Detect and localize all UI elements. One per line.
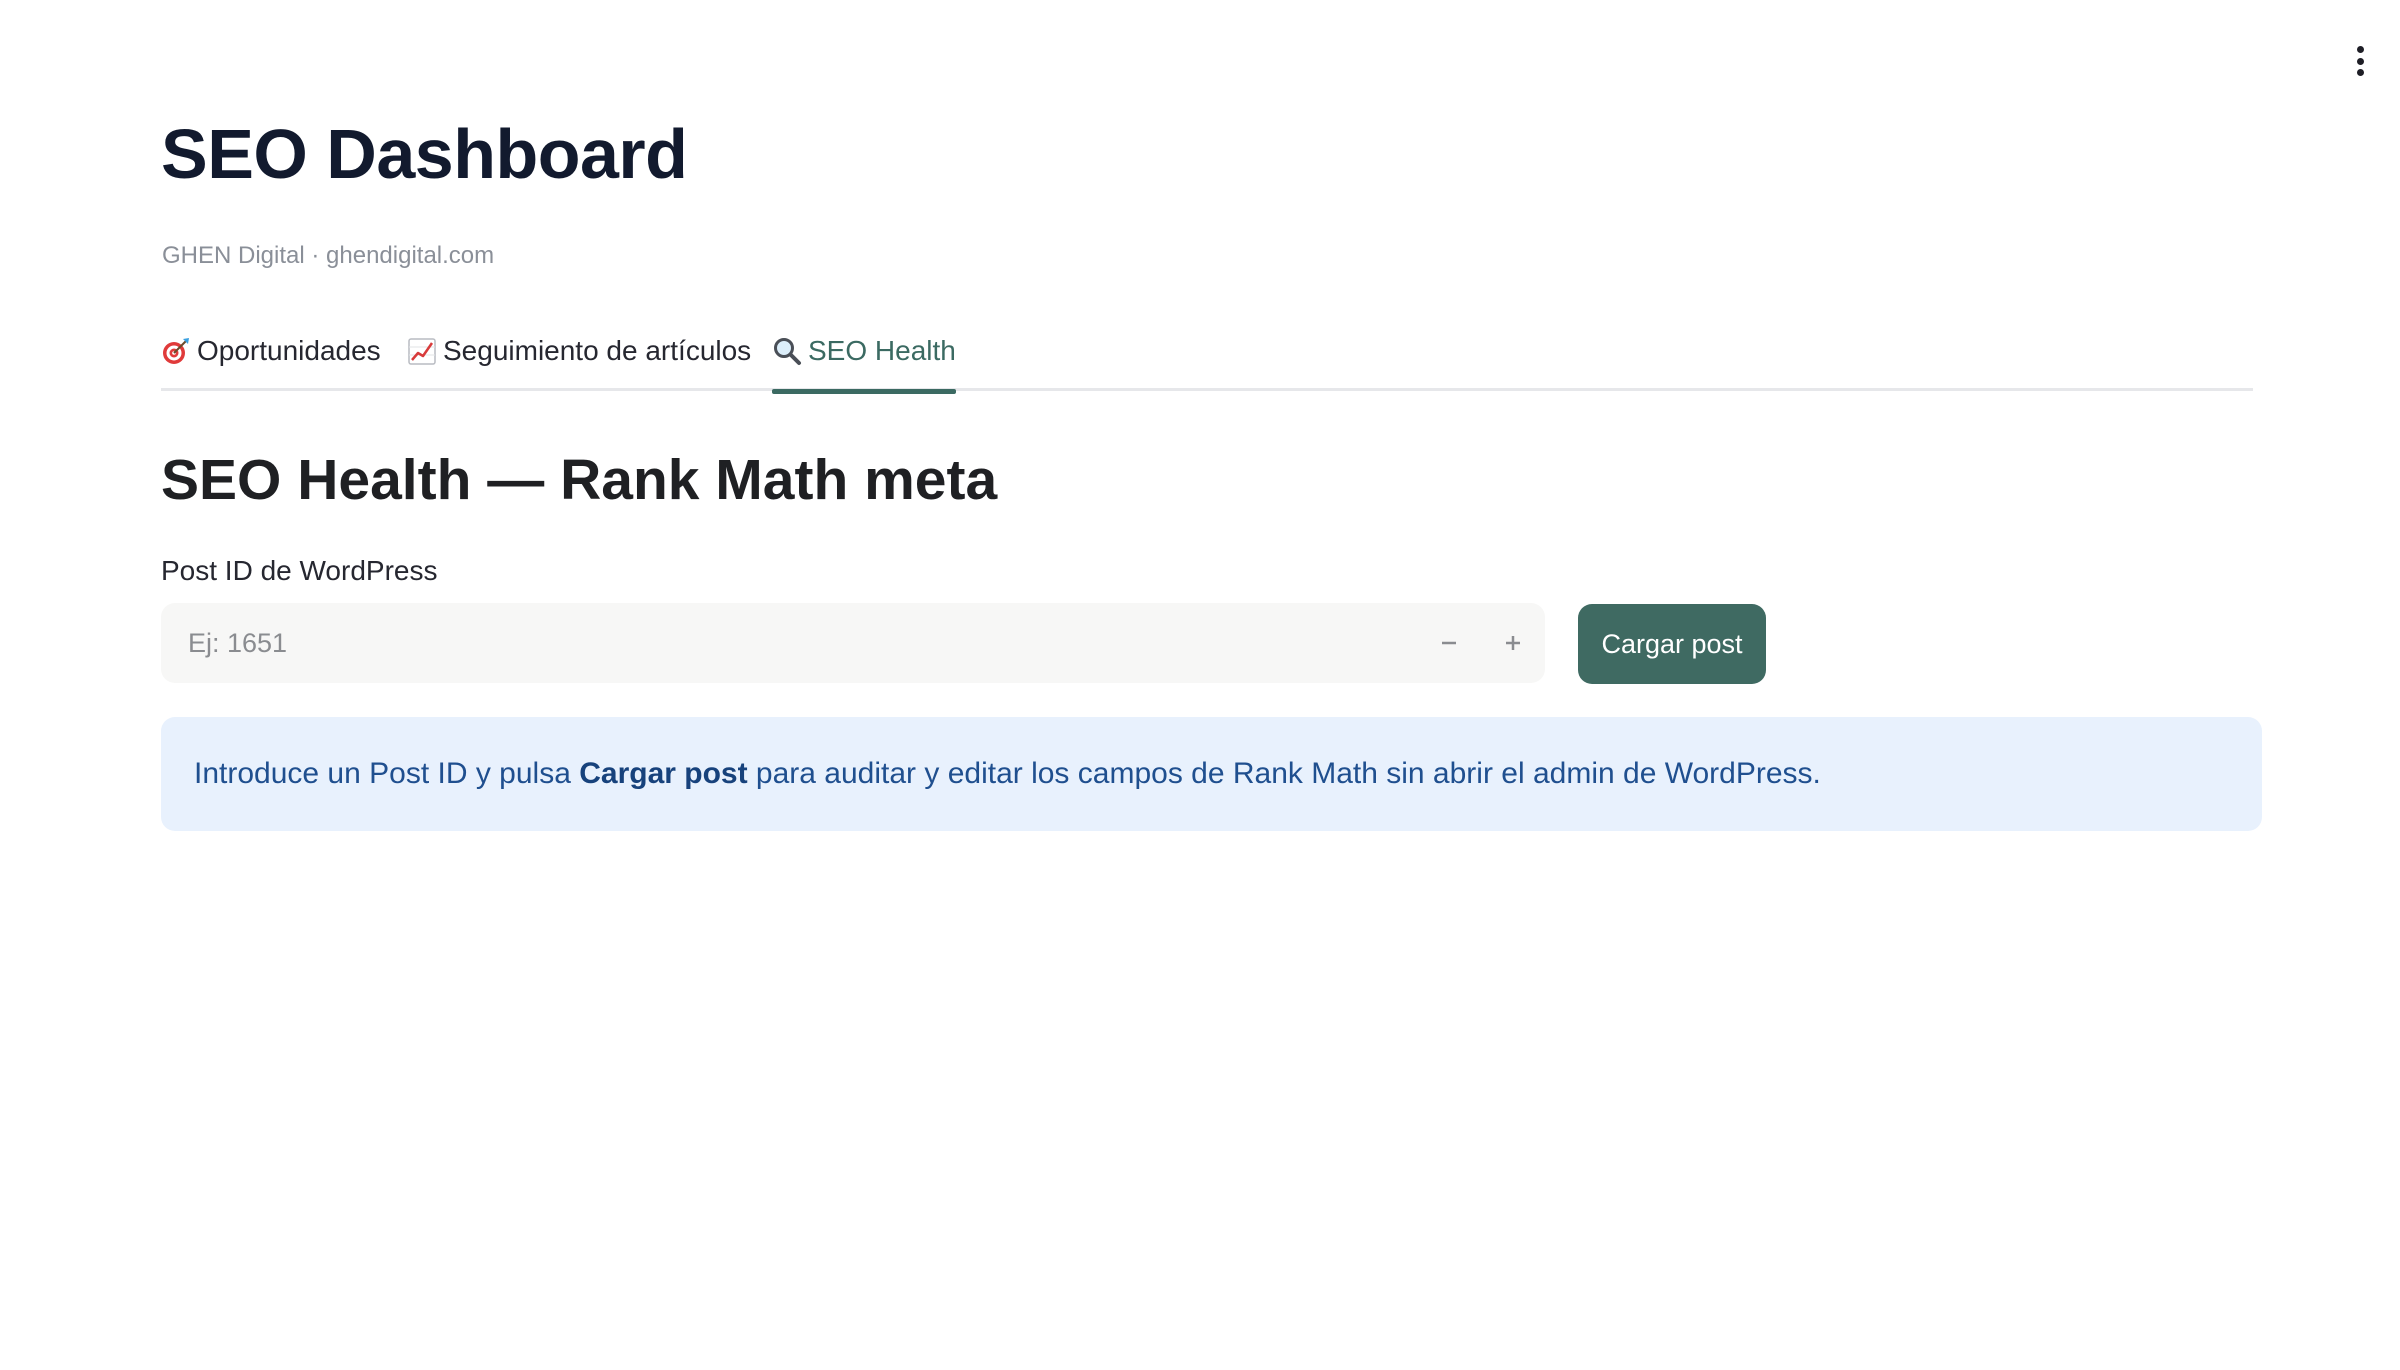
minus-icon — [1442, 641, 1456, 645]
tab-seguimiento-articulos[interactable]: Seguimiento de artículos — [407, 324, 751, 391]
chart-increasing-icon — [408, 338, 436, 365]
info-alert: Introduce un Post ID y pulsa Cargar post… — [161, 717, 2262, 831]
tab-label: Oportunidades — [197, 335, 381, 366]
section-title: SEO Health — Rank Math meta — [161, 448, 998, 512]
main-menu-icon[interactable] — [2348, 46, 2372, 76]
info-text-bold: Cargar post — [579, 757, 748, 790]
tab-label: Seguimiento de artículos — [443, 335, 752, 366]
page-subtitle: GHEN Digital · ghendigital.com — [162, 242, 495, 269]
post-id-number-input — [161, 603, 1545, 683]
plus-icon — [1506, 636, 1520, 650]
tab-bar: Oportunidades Seguimiento de artículos S… — [161, 324, 2253, 394]
decrement-button[interactable] — [1417, 603, 1481, 683]
post-id-label: Post ID de WordPress — [161, 555, 438, 586]
magnifier-icon — [774, 338, 801, 365]
tab-label: SEO Health — [808, 335, 956, 366]
info-text-suffix: para auditar y editar los campos de Rank… — [747, 757, 1821, 790]
tab-oportunidades[interactable]: Oportunidades — [161, 324, 381, 391]
tab-seo-health[interactable]: SEO Health — [772, 324, 956, 394]
target-icon — [163, 338, 189, 364]
page-title: SEO Dashboard — [161, 115, 688, 193]
info-text-prefix: Introduce un Post ID y pulsa — [194, 757, 580, 790]
load-post-button[interactable]: Cargar post — [1578, 604, 1766, 684]
increment-button[interactable] — [1481, 603, 1545, 683]
post-id-input[interactable] — [161, 603, 1417, 683]
